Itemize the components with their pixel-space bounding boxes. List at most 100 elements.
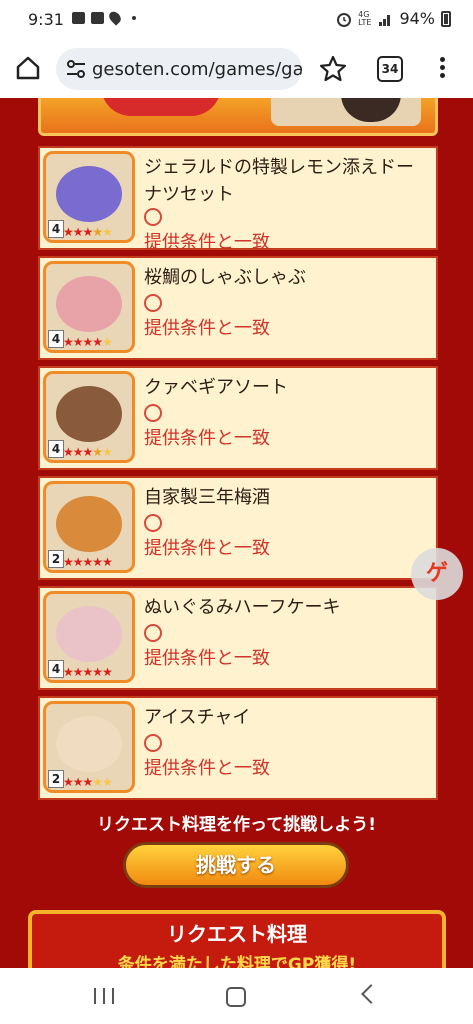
match-circle-icon xyxy=(144,294,162,312)
match-circle-icon xyxy=(144,514,162,532)
signal-icon xyxy=(379,14,391,26)
star-icon: ★ xyxy=(92,665,103,679)
match-circle-icon xyxy=(144,404,162,422)
star-icon: ★ xyxy=(92,775,103,789)
request-panel-subtitle: 条件を満たした料理でGP獲得! xyxy=(117,955,357,968)
image-icon xyxy=(72,11,85,24)
menu-icon[interactable] xyxy=(437,54,447,84)
match-status: 提供条件と一致 xyxy=(144,538,270,559)
star-icon: ★ xyxy=(63,445,74,459)
star-icon: ★ xyxy=(82,775,94,789)
star-icon: ★ xyxy=(102,775,113,789)
rating-stars: ★★★★★ xyxy=(63,445,113,459)
dish-card[interactable]: 4 ★★★★★ ジェラルドの特製レモン添えドーナツセット 提供条件と一致 xyxy=(38,146,438,253)
star-icon: ★ xyxy=(92,445,103,459)
match-circle-icon xyxy=(144,734,162,752)
star-icon: ★ xyxy=(82,555,94,569)
dish-name: ジェラルドの特製レモン添えドーナツセット xyxy=(144,157,414,205)
star-icon: ★ xyxy=(82,335,94,349)
url-text: gesoten.com/games/gar xyxy=(92,59,302,80)
star-icon: ★ xyxy=(102,335,113,349)
dish-name: クァベギアソート xyxy=(144,377,288,398)
dish-level: 4 xyxy=(48,440,64,458)
game-logo-icon: ゲ xyxy=(425,561,448,586)
recents-icon[interactable] xyxy=(94,988,114,1004)
match-status: 提供条件と一致 xyxy=(144,428,270,449)
battery-percent: 94% xyxy=(399,9,435,28)
clock: 9:31 xyxy=(28,10,64,29)
request-dishes-panel: リクエスト料理 条件を満たした料理でGP獲得! xyxy=(28,910,446,968)
star-icon: ★ xyxy=(72,445,84,459)
star-icon: ★ xyxy=(92,335,103,349)
home-icon[interactable] xyxy=(14,54,42,82)
dish-image xyxy=(56,496,122,552)
star-icon: ★ xyxy=(82,225,94,239)
battery-icon xyxy=(441,10,451,27)
more-notifications-icon xyxy=(132,15,136,20)
home-nav-icon[interactable] xyxy=(226,987,246,1007)
dish-card[interactable]: 2 ★★★★★ アイスチャイ 提供条件と一致 xyxy=(38,696,438,800)
star-icon: ★ xyxy=(72,225,84,239)
bookmark-star-icon[interactable] xyxy=(318,54,348,84)
rating-stars: ★★★★★ xyxy=(63,335,113,349)
dish-card[interactable]: 4 ★★★★★ クァベギアソート 提供条件と一致 xyxy=(38,366,438,470)
location-icon xyxy=(106,9,124,26)
browser-toolbar: gesoten.com/games/gar 34 xyxy=(0,40,473,98)
challenge-button[interactable]: 挑戦する xyxy=(123,842,349,888)
dish-card[interactable]: 4 ★★★★★ ぬいぐるみハーフケーキ 提供条件と一致 xyxy=(38,586,438,690)
dish-level: 4 xyxy=(48,220,64,238)
dish-image xyxy=(56,166,122,222)
match-status: 提供条件と一致 xyxy=(144,318,270,339)
dish-level: 2 xyxy=(48,770,64,788)
network-indicator: 4G LTE xyxy=(358,10,371,27)
back-icon[interactable] xyxy=(361,984,381,1004)
status-bar: 9:31 4G LTE 94% xyxy=(0,0,473,40)
rating-stars: ★★★★★ xyxy=(63,665,113,679)
system-icons: 4G LTE 94% xyxy=(336,9,451,28)
dish-image xyxy=(56,606,122,662)
dish-banner xyxy=(38,98,438,136)
alarm-icon xyxy=(337,12,352,27)
dish-name: ぬいぐるみハーフケーキ xyxy=(144,597,341,618)
rating-stars: ★★★★★ xyxy=(63,775,113,789)
dish-image xyxy=(56,276,122,332)
request-prompt: リクエスト料理を作って挑戦しよう! xyxy=(97,815,376,835)
address-bar[interactable]: gesoten.com/games/gar xyxy=(56,48,302,90)
game-page: 4 ★★★★★ ジェラルドの特製レモン添えドーナツセット 提供条件と一致 4 ★★★★★ 桜… xyxy=(0,98,473,968)
star-icon: ★ xyxy=(92,225,103,239)
match-status: 提供条件と一致 xyxy=(144,648,270,669)
floating-game-button[interactable]: ゲ xyxy=(411,548,463,600)
dish-thumbnail: 4 ★★★★★ xyxy=(43,261,135,353)
star-icon: ★ xyxy=(82,445,94,459)
dish-name: 桜鯛のしゃぶしゃぶ xyxy=(144,267,306,288)
star-icon: ★ xyxy=(63,335,74,349)
star-icon: ★ xyxy=(102,225,113,239)
star-icon: ★ xyxy=(82,665,94,679)
dish-card[interactable]: 2 ★★★★★ 自家製三年梅酒 提供条件と一致 xyxy=(38,476,438,580)
star-icon: ★ xyxy=(72,555,84,569)
dish-card[interactable]: 4 ★★★★★ 桜鯛のしゃぶしゃぶ 提供条件と一致 xyxy=(38,256,438,360)
dish-list: 4 ★★★★★ ジェラルドの特製レモン添えドーナツセット 提供条件と一致 4 ★★★★★ 桜… xyxy=(38,146,438,806)
rating-stars: ★★★★★ xyxy=(63,555,113,569)
dish-level: 2 xyxy=(48,550,64,568)
dish-image xyxy=(56,386,122,442)
star-icon: ★ xyxy=(63,225,74,239)
dish-thumbnail: 2 ★★★★★ xyxy=(43,701,135,793)
star-icon: ★ xyxy=(102,445,113,459)
dish-thumbnail: 4 ★★★★★ xyxy=(43,591,135,683)
dish-thumbnail: 2 ★★★★★ xyxy=(43,481,135,573)
star-icon: ★ xyxy=(63,665,74,679)
dish-thumbnail: 4 ★★★★★ xyxy=(43,151,135,243)
match-status: 提供条件と一致 xyxy=(144,232,270,253)
dish-image xyxy=(56,716,122,772)
star-icon: ★ xyxy=(63,775,74,789)
match-status: 提供条件と一致 xyxy=(144,758,270,779)
dish-level: 4 xyxy=(48,660,64,678)
request-panel-title: リクエスト料理 xyxy=(167,922,307,946)
tabs-icon[interactable]: 34 xyxy=(377,56,403,82)
notification-icons xyxy=(72,9,136,26)
star-icon: ★ xyxy=(72,665,84,679)
site-settings-icon[interactable] xyxy=(66,60,86,78)
dish-name: アイスチャイ xyxy=(144,707,251,728)
rating-stars: ★★★★★ xyxy=(63,225,113,239)
